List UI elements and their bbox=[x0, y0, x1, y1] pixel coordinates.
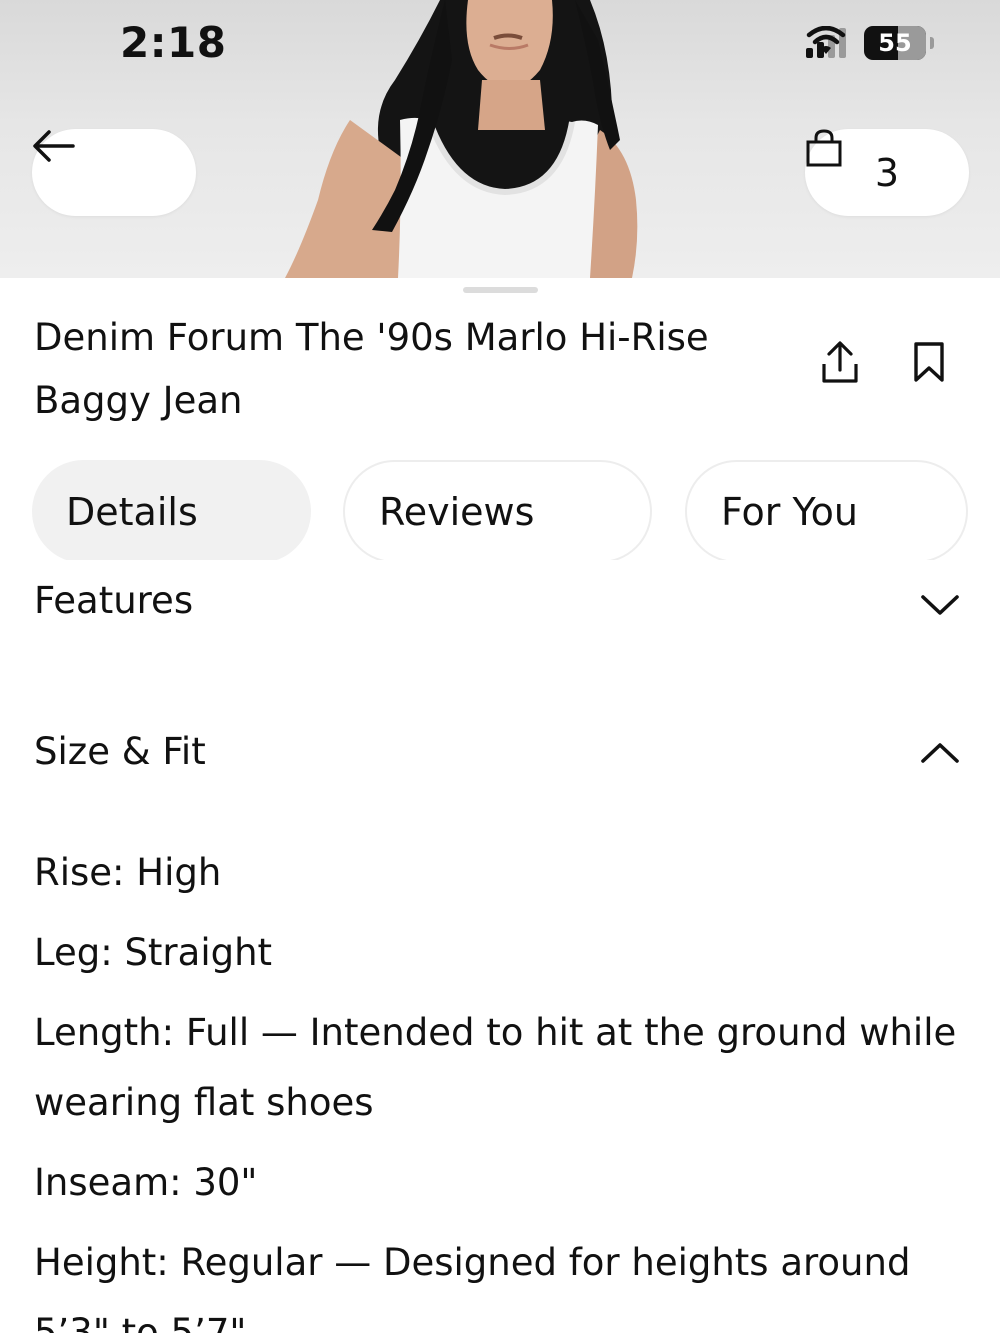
battery-nub bbox=[930, 37, 934, 49]
wifi-icon bbox=[806, 26, 846, 54]
size-fit-section-header[interactable]: Size & Fit bbox=[34, 730, 964, 773]
shopping-bag-button[interactable]: 3 bbox=[805, 129, 969, 216]
chevron-down-icon[interactable] bbox=[918, 590, 962, 620]
fit-item-length: Length: Full — Intended to hit at the gr… bbox=[34, 1011, 957, 1124]
share-icon[interactable] bbox=[820, 340, 860, 384]
bookmark-icon[interactable] bbox=[912, 340, 946, 384]
battery-icon: 55 bbox=[864, 26, 926, 60]
arrow-left-icon bbox=[33, 130, 75, 162]
fit-item-height: Height: Regular — Designed for heights a… bbox=[34, 1241, 911, 1333]
battery-percent: 55 bbox=[878, 29, 912, 57]
status-icons: 55 bbox=[806, 26, 934, 60]
sheet-grabber-handle[interactable] bbox=[463, 287, 538, 293]
product-title: Denim Forum The '90s Marlo Hi-Rise Baggy… bbox=[34, 316, 709, 422]
fit-item-inseam: Inseam: 30" bbox=[34, 1161, 258, 1204]
fit-item-leg: Leg: Straight bbox=[34, 931, 273, 974]
tab-for-you[interactable]: For You bbox=[685, 460, 968, 563]
fit-item-rise: Rise: High bbox=[34, 851, 222, 894]
scroll-clip-mask bbox=[0, 560, 1000, 580]
back-button[interactable] bbox=[32, 129, 196, 216]
size-fit-details: Rise: High Leg: Straight Length: Full — … bbox=[34, 838, 974, 1333]
bag-item-count: 3 bbox=[874, 150, 900, 195]
tab-reviews-label: Reviews bbox=[379, 489, 535, 534]
chevron-up-icon[interactable] bbox=[918, 738, 962, 768]
tab-details[interactable]: Details bbox=[32, 460, 311, 563]
size-fit-label: Size & Fit bbox=[34, 730, 206, 773]
tab-for-you-label: For You bbox=[721, 489, 858, 534]
shopping-bag-icon bbox=[806, 129, 842, 167]
product-actions bbox=[820, 340, 946, 384]
product-detail-screen: 2:18 55 3 Denim Forum The '90s Marlo Hi-… bbox=[0, 0, 1000, 1333]
product-hero-image: 2:18 55 3 bbox=[0, 0, 1000, 278]
status-time: 2:18 bbox=[120, 18, 227, 67]
tab-reviews[interactable]: Reviews bbox=[343, 460, 652, 563]
tab-details-label: Details bbox=[66, 489, 198, 534]
features-label: Features bbox=[34, 579, 194, 620]
